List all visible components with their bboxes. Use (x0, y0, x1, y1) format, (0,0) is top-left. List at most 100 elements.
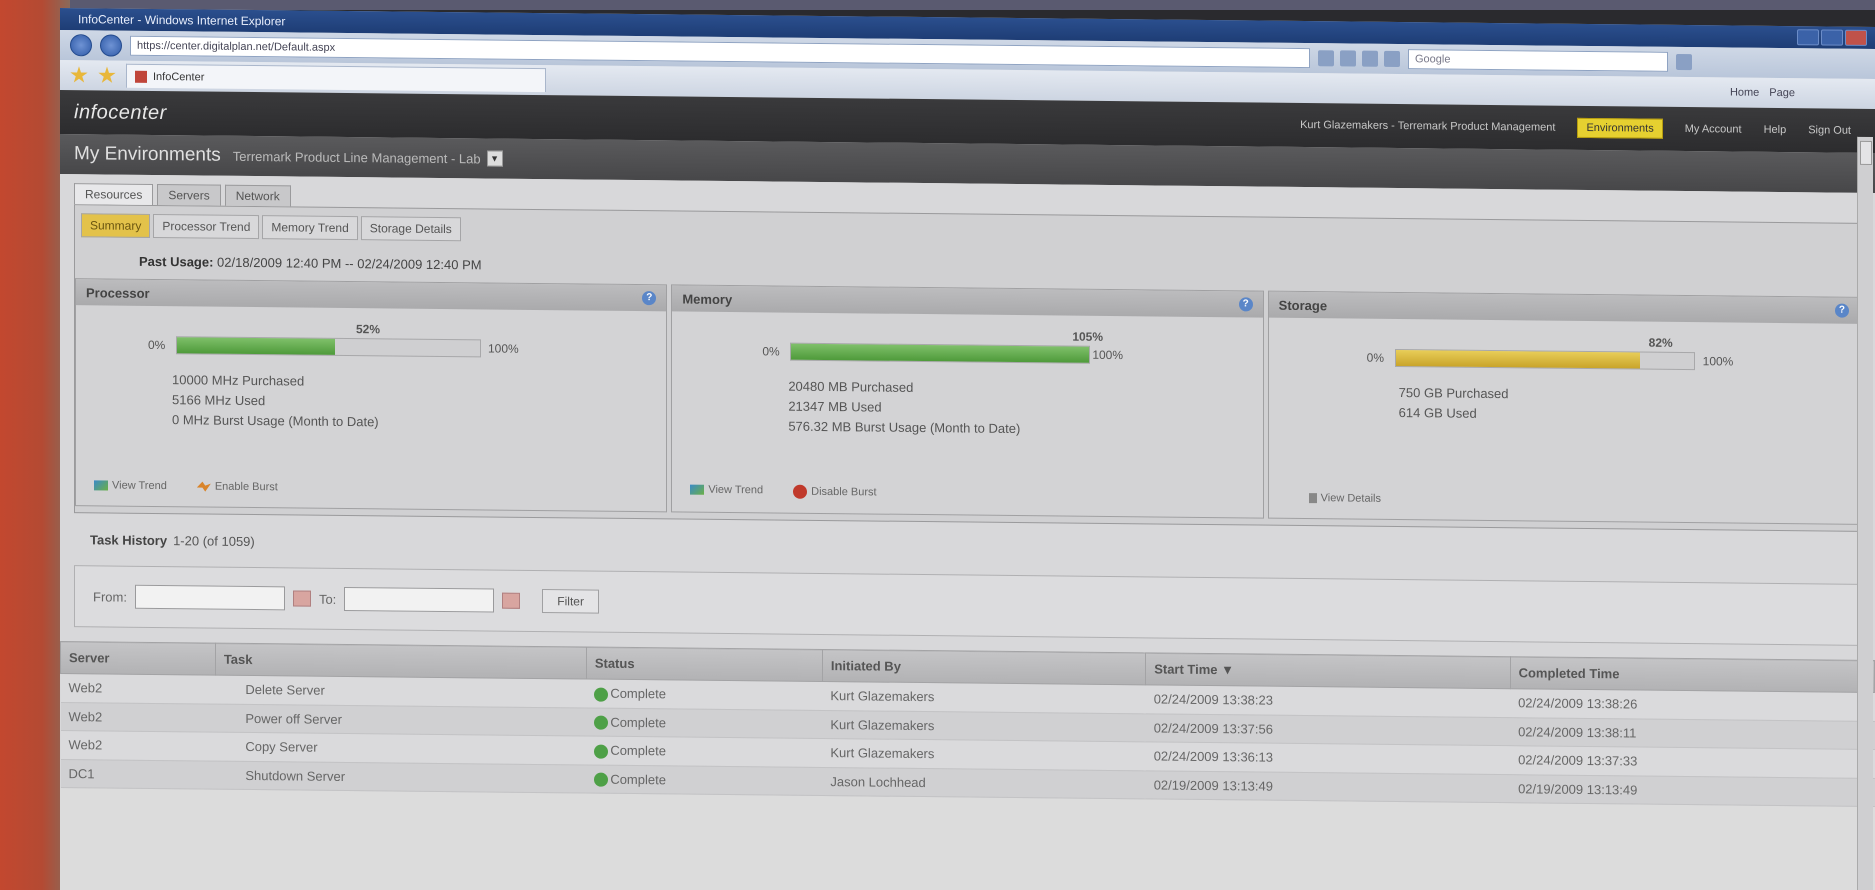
to-date-input[interactable] (344, 586, 495, 613)
trend-icon (94, 480, 108, 491)
minimize-button[interactable] (1797, 29, 1819, 46)
memory-view-trend-link[interactable]: View Trend (690, 484, 763, 499)
column-header-completed-time[interactable]: Completed Time (1510, 656, 1875, 693)
page-title: My Environments (74, 143, 221, 166)
cell-status: Complete (586, 736, 823, 768)
details-icon (1308, 493, 1317, 504)
tab-servers[interactable]: Servers (157, 184, 221, 206)
tab-storage-details[interactable]: Storage Details (360, 216, 461, 242)
processor-bar-max: 100% (488, 341, 519, 356)
calendar-icon[interactable] (292, 590, 311, 607)
chevron-down-icon[interactable]: ▼ (486, 150, 503, 167)
cell-server: Web2 (60, 730, 216, 761)
compat-view-icon[interactable] (1318, 50, 1334, 67)
storage-stats: 750 GB Purchased 614 GB Used (1269, 382, 1859, 428)
cell-status: Complete (586, 707, 823, 739)
disable-burst-label: Disable Burst (811, 485, 877, 499)
cell-completed-time: 02/24/2009 13:37:33 (1510, 745, 1875, 779)
forward-icon[interactable] (100, 34, 122, 57)
from-date-input[interactable] (134, 584, 285, 611)
tab-processor-trend[interactable]: Processor Trend (153, 213, 260, 240)
trend-icon (690, 484, 705, 495)
column-header-server[interactable]: Server (60, 641, 216, 676)
status-text: Complete (610, 742, 666, 759)
storage-bar-min: 0% (1366, 350, 1384, 365)
add-favorites-icon[interactable] (98, 66, 116, 84)
cell-task: Shutdown Server (215, 760, 587, 794)
processor-usage-bar (176, 336, 481, 358)
disable-icon (793, 484, 808, 499)
view-details-label: View Details (1320, 492, 1381, 505)
column-header-start-time[interactable]: Start Time ▼ (1145, 652, 1511, 689)
view-details-link[interactable]: View Details (1308, 492, 1381, 505)
my-account-link[interactable]: My Account (1685, 123, 1742, 136)
close-button[interactable] (1845, 29, 1867, 46)
column-header-status[interactable]: Status (586, 647, 823, 682)
stop-icon[interactable] (1384, 50, 1400, 68)
tab-summary[interactable]: Summary (81, 213, 151, 238)
disable-burst-link[interactable]: Disable Burst (793, 484, 877, 500)
sign-out-link[interactable]: Sign Out (1808, 124, 1851, 136)
enable-burst-label: Enable Burst (214, 480, 278, 494)
cell-initiated-by: Jason Lochhead (822, 767, 1146, 800)
enable-burst-link[interactable]: Enable Burst (197, 480, 278, 493)
back-icon[interactable] (70, 34, 92, 57)
tab-network[interactable]: Network (224, 184, 291, 207)
column-header-task[interactable]: Task (215, 643, 587, 680)
storage-used: 614 GB Used (1398, 405, 1477, 421)
refresh-icon[interactable] (1362, 50, 1378, 67)
cell-start-time: 02/24/2009 13:36:13 (1145, 741, 1511, 775)
processor-view-trend-link[interactable]: View Trend (94, 479, 167, 492)
help-icon[interactable]: ? (1834, 303, 1849, 318)
scrollbar-thumb[interactable] (1860, 140, 1872, 165)
filter-button[interactable]: Filter (542, 589, 599, 614)
memory-percent: 105% (1072, 329, 1104, 344)
environment-select[interactable]: Terremark Product Line Management - Lab … (233, 148, 503, 167)
help-icon[interactable]: ? (642, 291, 657, 306)
tab-resources[interactable]: Resources (74, 183, 154, 205)
processor-usage-fill (177, 337, 335, 355)
screen-bezel-top (0, 0, 1875, 10)
maximize-button[interactable] (1821, 29, 1843, 46)
memory-usage-fill (791, 343, 1090, 363)
check-icon (594, 744, 609, 759)
storage-usage-bar-row: 82% 0% 100% (1269, 318, 1859, 384)
cell-completed-time: 02/19/2009 13:13:49 (1510, 774, 1875, 807)
cell-server: Web2 (60, 673, 216, 704)
memory-view-trend-label: View Trend (708, 483, 764, 497)
page-scrollbar[interactable] (1857, 136, 1873, 890)
status-text: Complete (610, 771, 666, 788)
cell-task: Copy Server (215, 732, 587, 765)
browser-tab[interactable]: InfoCenter (126, 63, 546, 93)
cell-server: DC1 (60, 759, 216, 790)
storage-usage-fill (1395, 349, 1641, 369)
cell-status: Complete (586, 679, 823, 711)
address-icons (1318, 50, 1400, 68)
from-label: From: (93, 588, 127, 605)
cell-server: Web2 (60, 702, 216, 733)
check-icon (594, 772, 609, 787)
environments-button[interactable]: Environments (1577, 117, 1663, 139)
status-text: Complete (610, 685, 666, 702)
help-icon[interactable]: ? (1238, 297, 1253, 312)
calendar-icon[interactable] (502, 592, 521, 609)
memory-bar-min: 0% (762, 344, 780, 359)
cell-status: Complete (586, 764, 823, 796)
lock-icon[interactable] (1340, 50, 1356, 67)
storage-card-title: Storage (1278, 297, 1328, 313)
page-menu[interactable]: Page (1769, 87, 1795, 99)
storage-actions: View Details (1308, 492, 1381, 505)
memory-usage-bar (790, 342, 1091, 364)
processor-usage-bar-row: 52% 0% 100% (76, 305, 666, 371)
search-icon[interactable] (1676, 53, 1692, 71)
home-menu[interactable]: Home (1730, 86, 1759, 98)
help-link[interactable]: Help (1764, 124, 1787, 136)
favorites-star-icon[interactable] (70, 66, 88, 84)
task-history-label: Task History (90, 531, 168, 548)
search-input[interactable]: Google (1408, 49, 1668, 72)
tab-memory-trend[interactable]: Memory Trend (262, 215, 358, 241)
cell-initiated-by: Kurt Glazemakers (822, 681, 1146, 714)
column-header-initiated-by[interactable]: Initiated By (822, 649, 1146, 685)
cell-completed-time: 02/24/2009 13:38:11 (1510, 717, 1875, 750)
past-usage-range: 02/18/2009 12:40 PM -- 02/24/2009 12:40 … (217, 254, 482, 273)
